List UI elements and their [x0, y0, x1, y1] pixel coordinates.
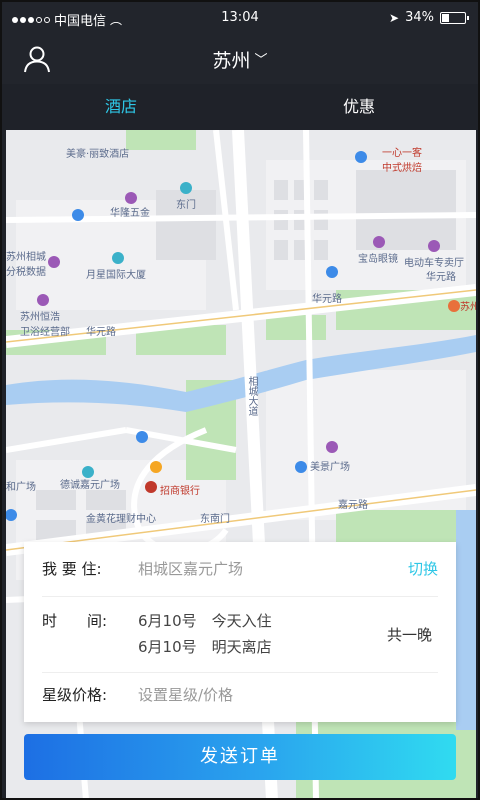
nights-count: 共一晚 [386, 626, 432, 644]
price-row[interactable]: 星级价格: 设置星级/价格 [42, 684, 438, 708]
map-poi[interactable]: 苏州相城 分税数据 [6, 248, 46, 278]
price-label: 星级价格: [42, 686, 108, 704]
location-arrow-icon: ➤ [389, 10, 400, 25]
divider [42, 672, 438, 673]
map-poi[interactable]: 美豪·丽致酒店 [66, 145, 129, 160]
map-road-label: 华元路 [426, 272, 456, 283]
map-poi[interactable]: 美景广场 [310, 458, 350, 473]
map-poi[interactable]: 招商银行 [160, 482, 200, 497]
map-poi[interactable]: 苏州恒浩 卫浴经营部 [20, 308, 70, 338]
tab-bar: 酒店 优惠 [2, 84, 478, 130]
status-right: ➤ 34% [389, 10, 469, 25]
checkin-date[interactable]: 6月10号 今天入住 [138, 610, 272, 631]
map-poi[interactable]: 电动车专卖厅 [404, 254, 464, 269]
app-header: 苏州 ﹀ [2, 34, 478, 84]
phone-screen: 中国电信 ︵ 13:04 ➤ 34% 苏州 ﹀ 酒店 优惠 美豪·丽致酒店 华隆… [0, 0, 480, 800]
map-poi[interactable]: 和广场 [6, 478, 36, 493]
city-name: 苏州 [212, 50, 251, 72]
city-selector[interactable]: 苏州 ﹀ [2, 46, 478, 73]
status-bar: 中国电信 ︵ 13:04 ➤ 34% [2, 2, 478, 34]
map-poi[interactable]: 东门 [176, 196, 196, 211]
map-poi[interactable]: 金黄花理财中心 [86, 510, 156, 525]
price-input[interactable]: 设置星级/价格 [138, 684, 233, 705]
map-poi[interactable]: 华隆五金 [110, 204, 150, 219]
destination-value[interactable]: 相城区嘉元广场 [138, 558, 243, 579]
divider [42, 596, 438, 597]
map-poi[interactable]: 宝岛眼镜 [358, 250, 398, 265]
switch-button[interactable]: 切换 [408, 558, 438, 579]
map-poi[interactable]: 月星国际大厦 [86, 266, 146, 281]
time-label: 时 间: [42, 612, 108, 630]
booking-form: 我 要 住: 相城区嘉元广场 切换 时 间: 6月10号 今天入住 6月10号 … [24, 542, 456, 722]
battery-percent: 34% [405, 10, 434, 25]
battery-icon [440, 11, 469, 24]
map-road-label: 华元路 [86, 327, 116, 338]
map-poi[interactable]: 一心一客 中式烘焙 [382, 144, 422, 174]
map-road-label: 华元路 [312, 294, 342, 305]
destination-label: 我 要 住: [42, 560, 102, 578]
tab-hotel[interactable]: 酒店 [2, 84, 240, 130]
chevron-down-icon: ﹀ [254, 53, 268, 68]
map-road-label: 相城大道 [246, 376, 257, 416]
map-poi[interactable]: 东南门 [200, 510, 230, 525]
submit-order-button[interactable]: 发送订单 [24, 734, 456, 780]
map-road-label: 嘉元路 [338, 500, 368, 511]
checkout-date[interactable]: 6月10号 明天离店 [138, 636, 272, 657]
date-row[interactable]: 时 间: 6月10号 今天入住 6月10号 明天离店 共一晚 [42, 610, 438, 662]
map-poi[interactable]: 苏州 [460, 298, 476, 313]
map-poi[interactable]: 德诚嘉元广场 [60, 476, 120, 491]
tab-discount[interactable]: 优惠 [240, 84, 478, 130]
destination-row[interactable]: 我 要 住: 相城区嘉元广场 切换 [42, 558, 438, 588]
